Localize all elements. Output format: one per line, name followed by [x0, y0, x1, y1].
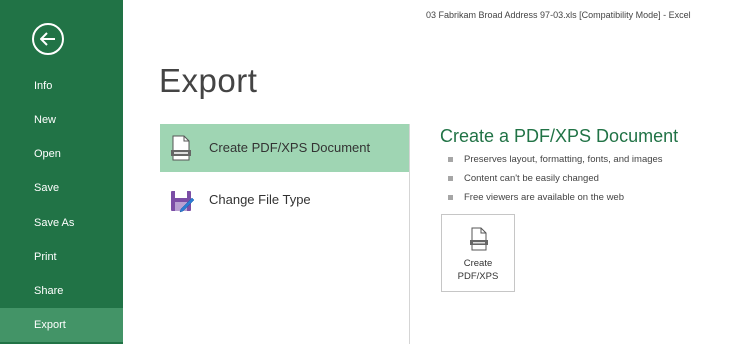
feature-list: Preserves layout, formatting, fonts, and… [446, 152, 663, 209]
option-label: Change File Type [209, 192, 311, 207]
back-button[interactable] [32, 23, 64, 55]
panel-divider [409, 124, 410, 344]
page-title: Export [159, 62, 258, 99]
list-item: Free viewers are available on the web [446, 190, 663, 209]
window-title: 03 Fabrikam Broad Address 97-03.xls [Com… [426, 10, 691, 20]
nav-export[interactable]: Export [0, 308, 123, 342]
change-file-type-option[interactable]: Change File Type [160, 176, 409, 224]
list-item: Preserves layout, formatting, fonts, and… [446, 152, 663, 171]
nav-print[interactable]: Print [0, 240, 123, 274]
arrow-left-circle-icon [40, 32, 55, 46]
change-file-type-icon [169, 187, 195, 218]
nav-new[interactable]: New [0, 103, 123, 137]
bullet-icon [448, 176, 453, 181]
list-item: Content can't be easily changed [446, 171, 663, 190]
nav-info[interactable]: Info [0, 69, 123, 103]
nav-share[interactable]: Share [0, 274, 123, 308]
create-pdf-xps-button[interactable]: Create PDF/XPS [441, 214, 515, 292]
detail-title: Create a PDF/XPS Document [440, 126, 679, 146]
option-label: Create PDF/XPS Document [209, 140, 371, 155]
pdf-document-icon [169, 135, 193, 166]
create-pdf-xps-button-label: Create PDF/XPS [457, 258, 499, 282]
nav-save-as[interactable]: Save As [0, 206, 123, 240]
backstage-sidebar: Info New Open Save Save As Print Share E… [0, 0, 123, 344]
nav-save[interactable]: Save [0, 171, 123, 205]
bullet-icon [448, 157, 453, 162]
bullet-icon [448, 195, 453, 200]
pdf-xps-icon [469, 227, 489, 256]
create-pdf-xps-option[interactable]: Create PDF/XPS Document [160, 124, 409, 172]
nav-open[interactable]: Open [0, 137, 123, 171]
